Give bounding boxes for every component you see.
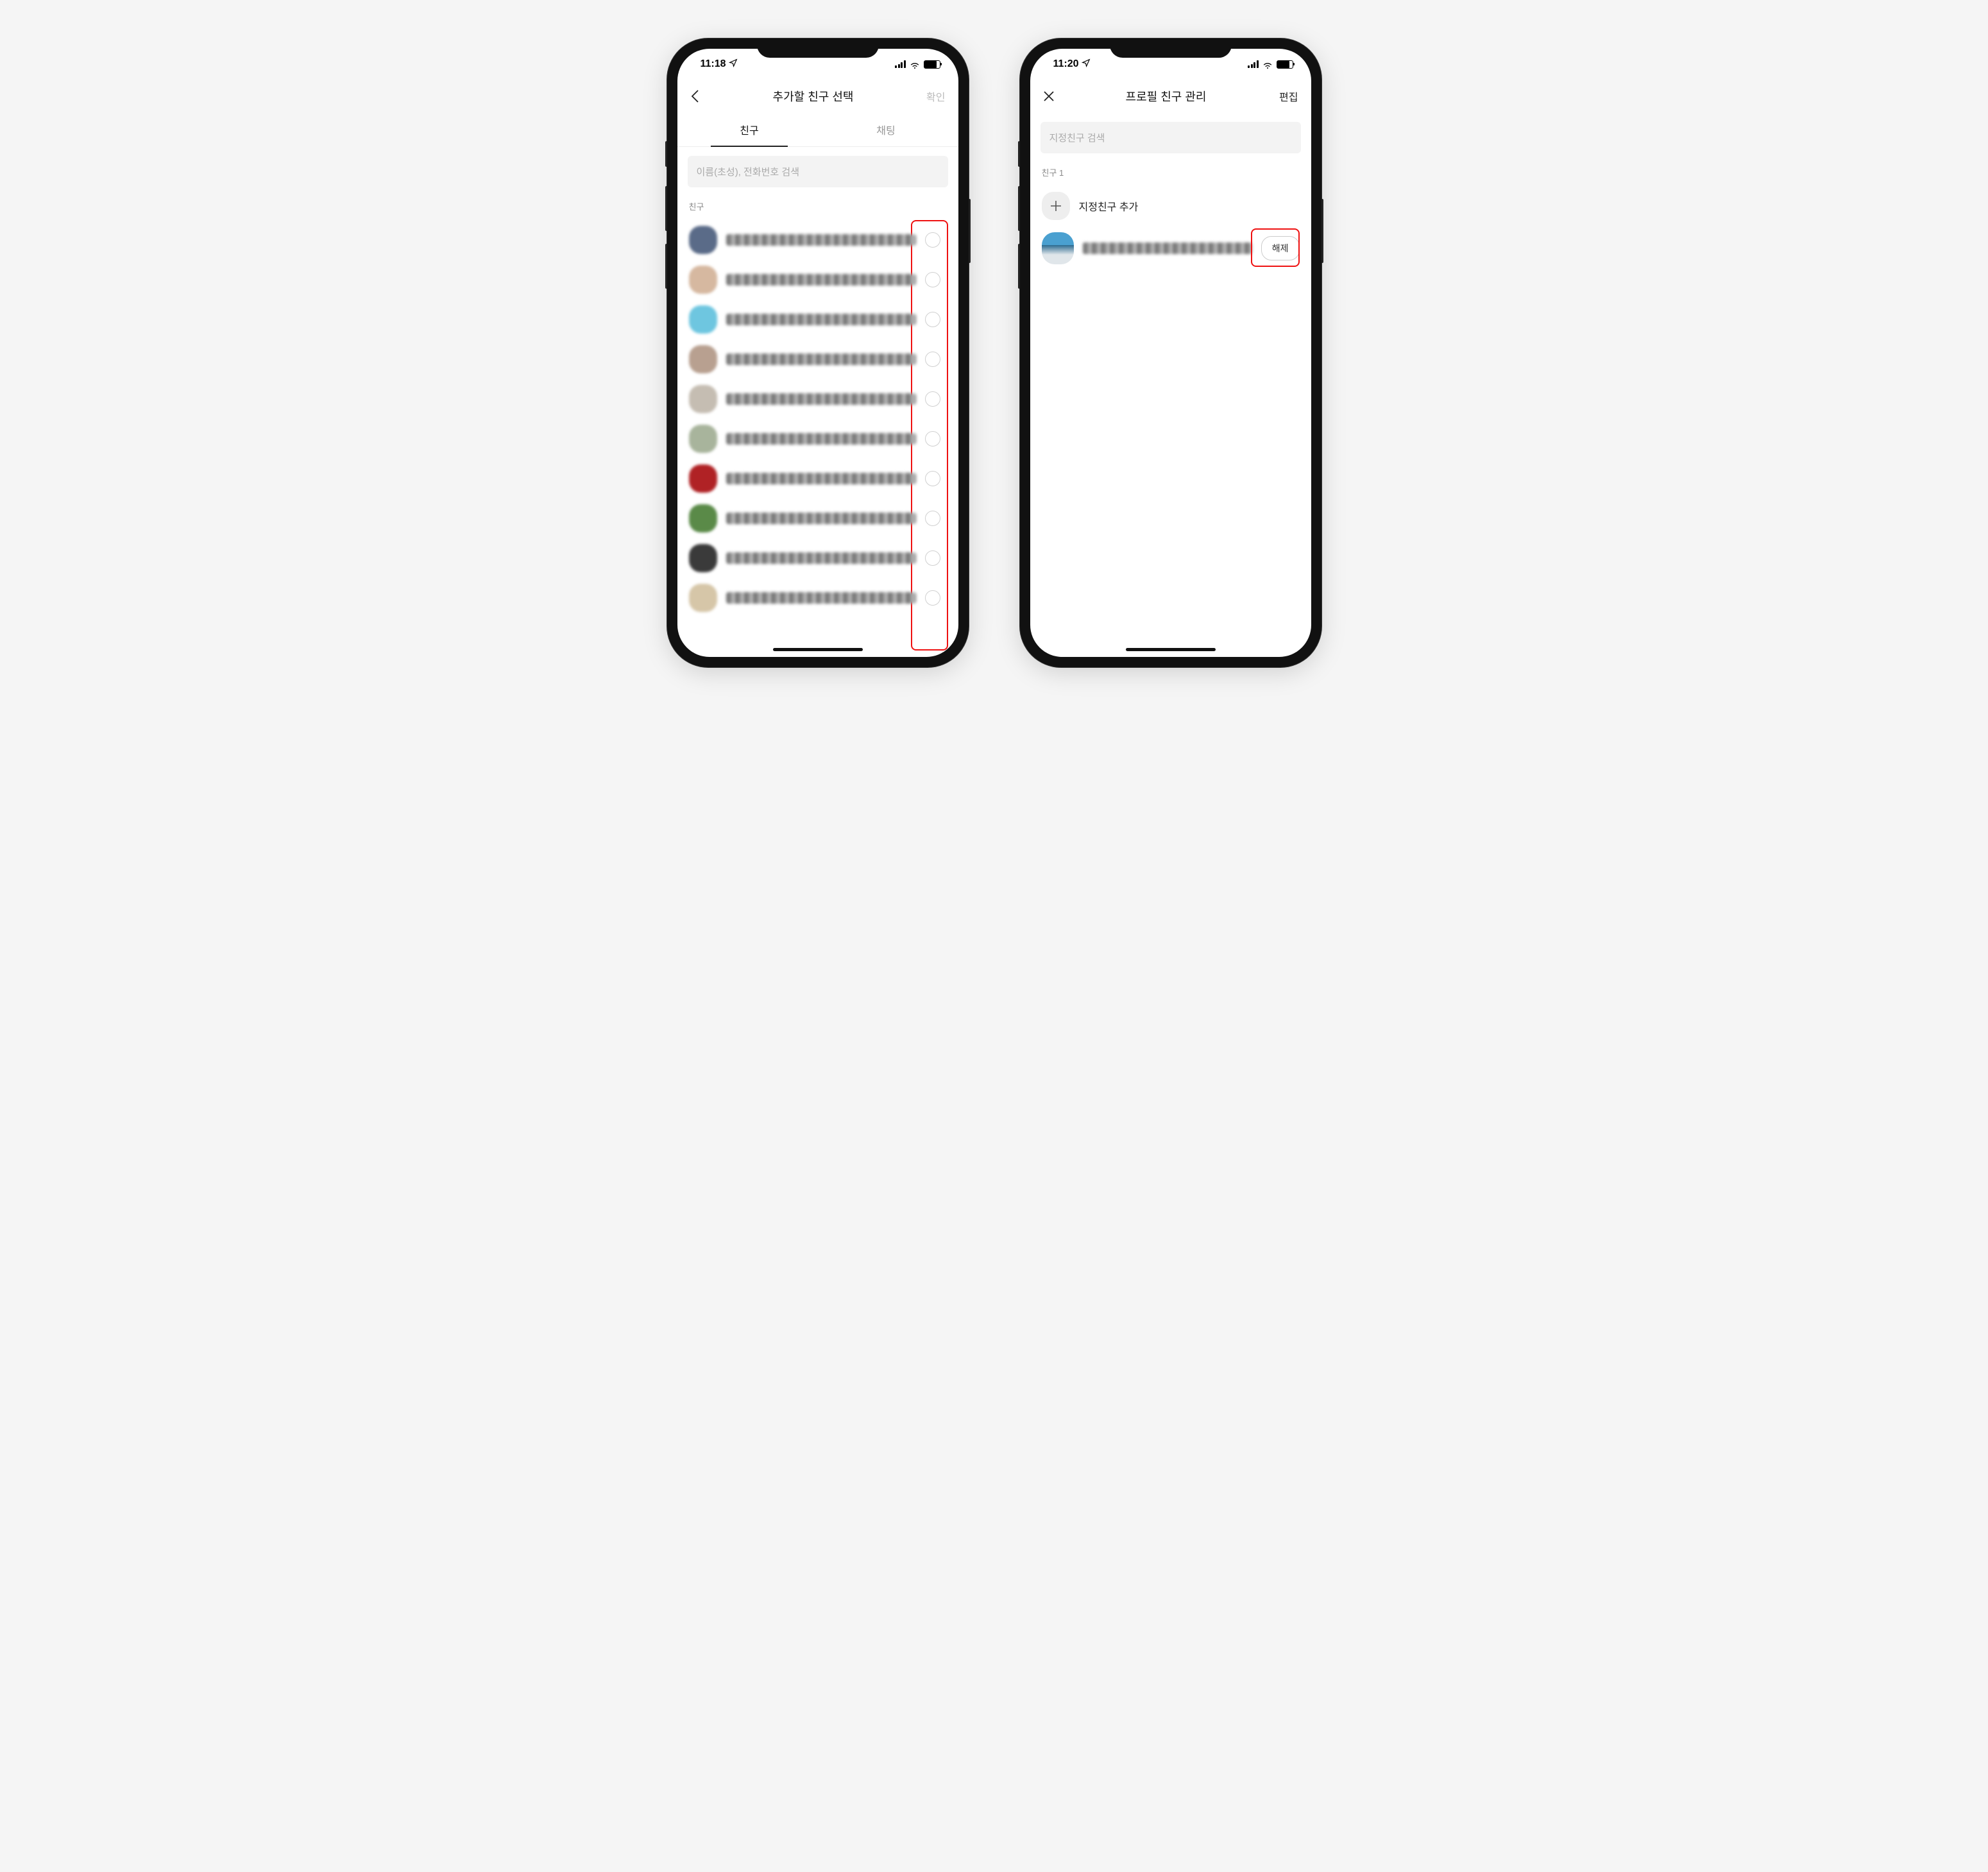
select-radio[interactable] bbox=[925, 352, 940, 367]
select-radio[interactable] bbox=[925, 431, 940, 447]
select-radio[interactable] bbox=[925, 511, 940, 526]
signal-icon bbox=[895, 60, 906, 68]
avatar bbox=[689, 504, 717, 532]
select-radio[interactable] bbox=[925, 550, 940, 566]
battery-icon bbox=[924, 60, 940, 69]
select-radio[interactable] bbox=[925, 312, 940, 327]
select-radio[interactable] bbox=[925, 471, 940, 486]
avatar bbox=[689, 544, 717, 572]
friend-row[interactable] bbox=[689, 379, 948, 419]
friend-row: 해제 bbox=[1030, 226, 1311, 271]
avatar bbox=[689, 345, 717, 373]
location-icon bbox=[729, 58, 738, 71]
avatar bbox=[689, 226, 717, 254]
confirm-button[interactable]: 확인 bbox=[917, 89, 945, 104]
nav-bar: 추가할 친구 선택 확인 bbox=[677, 80, 958, 113]
avatar bbox=[689, 385, 717, 413]
edit-button[interactable]: 편집 bbox=[1270, 89, 1298, 104]
avatar bbox=[689, 464, 717, 493]
friend-list[interactable] bbox=[677, 220, 958, 657]
page-title: 프로필 친구 관리 bbox=[1126, 88, 1207, 105]
select-radio[interactable] bbox=[925, 590, 940, 606]
friend-name-blurred bbox=[726, 552, 916, 564]
remove-button[interactable]: 해제 bbox=[1261, 236, 1300, 260]
screen-right: 11:20 프로필 친구 관리 편집 지정친구 검색 친구 1 bbox=[1030, 49, 1311, 657]
friend-row[interactable] bbox=[689, 578, 948, 618]
status-bar: 11:18 bbox=[677, 49, 958, 80]
friend-name-blurred bbox=[726, 393, 916, 405]
friend-name-blurred bbox=[726, 234, 916, 246]
signal-icon bbox=[1248, 60, 1259, 68]
friend-row[interactable] bbox=[689, 538, 948, 578]
wifi-icon bbox=[1262, 60, 1273, 68]
friend-row[interactable] bbox=[689, 339, 948, 379]
status-time: 11:20 bbox=[1053, 58, 1079, 70]
friend-row[interactable] bbox=[689, 419, 948, 459]
friend-name-blurred bbox=[726, 274, 916, 285]
friend-row[interactable] bbox=[689, 220, 948, 260]
search-input[interactable]: 이름(초성), 전화번호 검색 bbox=[688, 156, 948, 187]
select-radio[interactable] bbox=[925, 232, 940, 248]
location-icon bbox=[1082, 58, 1091, 71]
status-time: 11:18 bbox=[701, 58, 726, 70]
avatar bbox=[689, 584, 717, 612]
friend-row[interactable] bbox=[689, 260, 948, 300]
avatar[interactable] bbox=[1042, 232, 1074, 264]
tab-friends[interactable]: 친구 bbox=[681, 113, 818, 146]
tabs: 친구 채팅 bbox=[677, 113, 958, 147]
friend-name-blurred bbox=[726, 353, 916, 365]
page-title: 추가할 친구 선택 bbox=[773, 88, 854, 105]
friend-row[interactable] bbox=[689, 459, 948, 498]
home-indicator[interactable] bbox=[773, 648, 863, 651]
select-radio[interactable] bbox=[925, 391, 940, 407]
avatar bbox=[689, 266, 717, 294]
add-friend-label: 지정친구 추가 bbox=[1079, 198, 1139, 214]
status-bar: 11:20 bbox=[1030, 49, 1311, 80]
friend-name-blurred bbox=[726, 314, 916, 325]
search-input[interactable]: 지정친구 검색 bbox=[1041, 122, 1301, 153]
friend-row[interactable] bbox=[689, 498, 948, 538]
friend-name-blurred bbox=[726, 592, 916, 604]
section-label: 친구 bbox=[677, 196, 958, 220]
back-button[interactable] bbox=[690, 89, 709, 103]
wifi-icon bbox=[910, 60, 920, 68]
friend-name-blurred bbox=[1083, 243, 1252, 254]
avatar bbox=[689, 305, 717, 334]
tab-chat[interactable]: 채팅 bbox=[818, 113, 955, 146]
friend-name-blurred bbox=[726, 433, 916, 445]
phone-left: 11:18 추가할 친구 선택 확인 친구 채팅 이름(초성), 전화번호 검색 bbox=[667, 38, 969, 667]
screen-left: 11:18 추가할 친구 선택 확인 친구 채팅 이름(초성), 전화번호 검색 bbox=[677, 49, 958, 657]
section-label: 친구 1 bbox=[1030, 162, 1311, 186]
select-radio[interactable] bbox=[925, 272, 940, 287]
plus-icon bbox=[1042, 192, 1070, 220]
battery-icon bbox=[1277, 60, 1293, 69]
add-friend-row[interactable]: 지정친구 추가 bbox=[1030, 186, 1311, 226]
phone-right: 11:20 프로필 친구 관리 편집 지정친구 검색 친구 1 bbox=[1020, 38, 1321, 667]
friend-name-blurred bbox=[726, 513, 916, 524]
home-indicator[interactable] bbox=[1126, 648, 1216, 651]
avatar bbox=[689, 425, 717, 453]
close-button[interactable] bbox=[1043, 90, 1062, 102]
friend-row[interactable] bbox=[689, 300, 948, 339]
nav-bar: 프로필 친구 관리 편집 bbox=[1030, 80, 1311, 113]
friend-name-blurred bbox=[726, 473, 916, 484]
